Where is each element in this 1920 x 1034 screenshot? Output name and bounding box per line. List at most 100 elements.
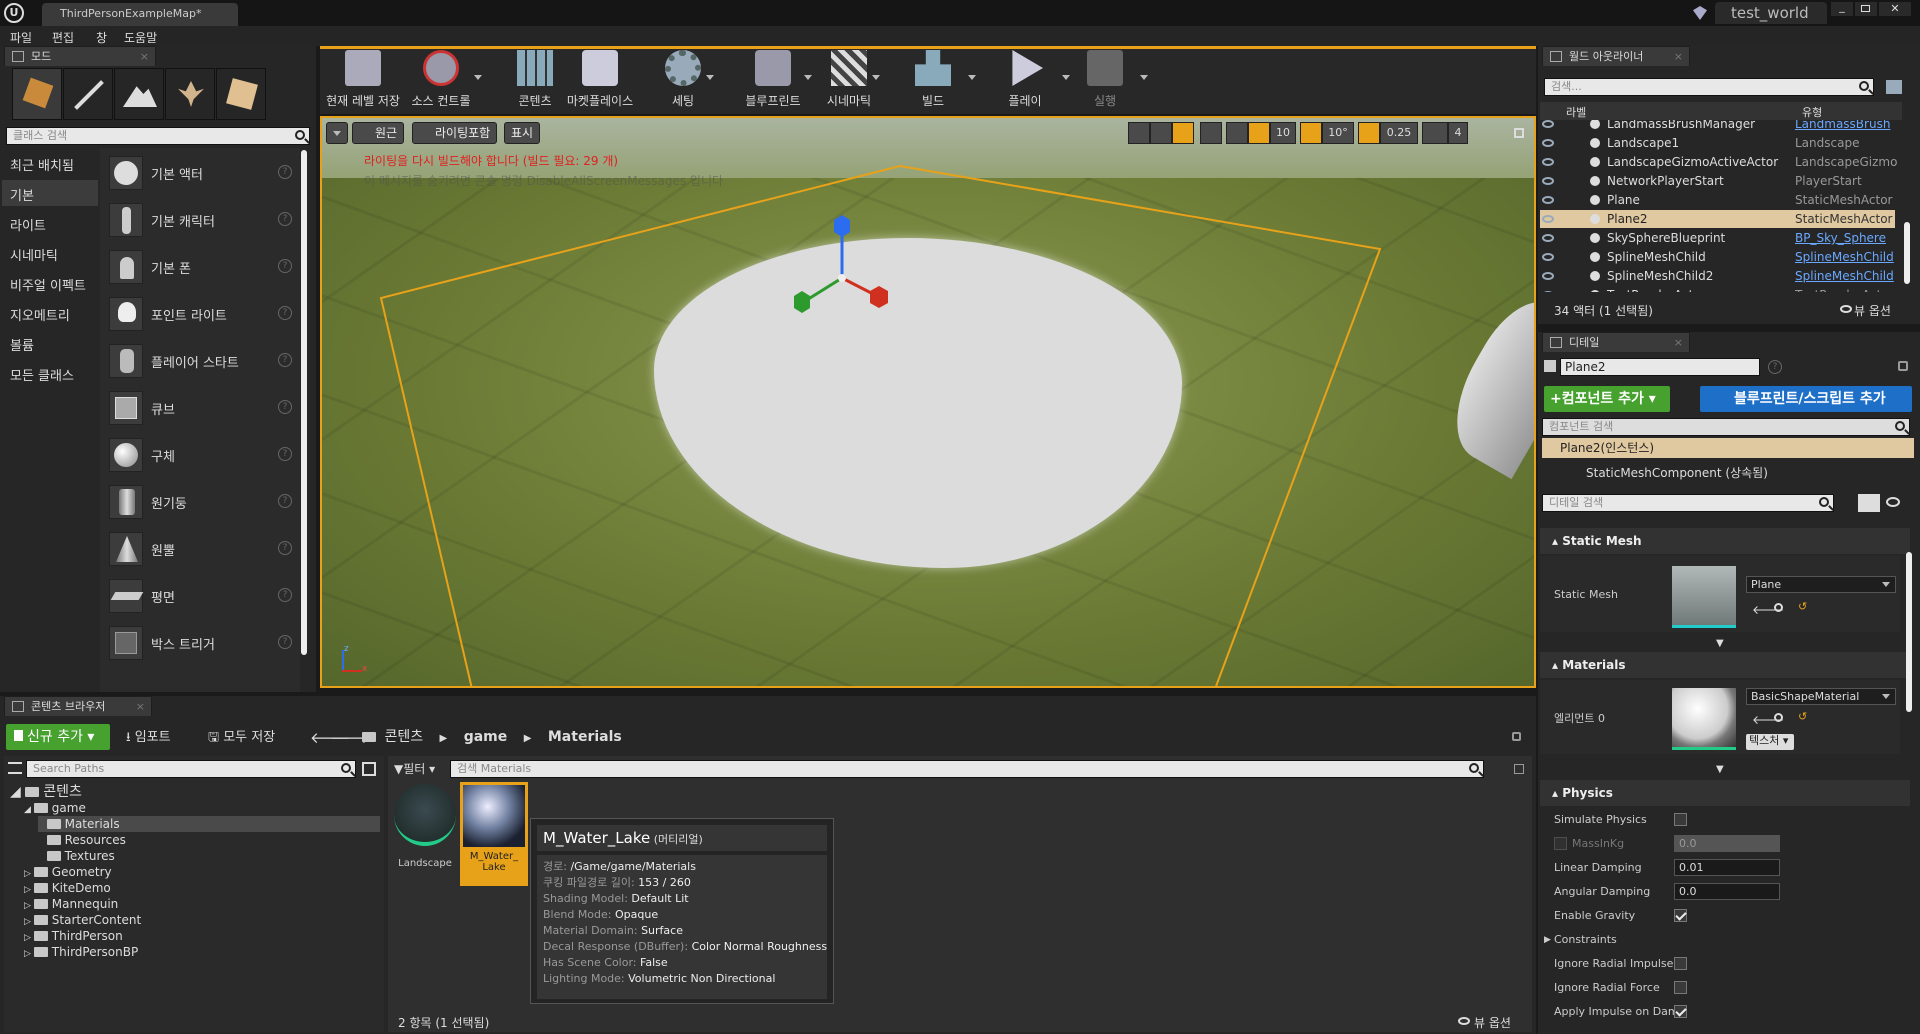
asset-view-options[interactable]: 뷰 옵션 [1474, 1014, 1511, 1031]
help-icon[interactable]: ? [278, 400, 292, 414]
tree-expander-icon[interactable]: ▷ [24, 933, 34, 943]
folder-tree-item[interactable]: Materials [38, 816, 380, 832]
grid-snap-value[interactable]: 10 [1270, 122, 1296, 144]
category-recent[interactable]: 최근 배치됨 [10, 155, 74, 174]
source-control-icon[interactable] [1693, 6, 1707, 20]
content-browser-tab[interactable]: 콘텐츠 브라우저 × [4, 696, 152, 716]
tree-options-icon[interactable] [362, 762, 376, 776]
expand-arrow-icon[interactable]: ▼ [1716, 764, 1724, 775]
visibility-eye-icon[interactable] [1542, 120, 1554, 128]
folder-tree-item[interactable]: ▷ Mannequin [24, 896, 118, 912]
expand-arrow-icon[interactable]: ▼ [1716, 638, 1724, 649]
menu-file[interactable]: 파일 [10, 29, 32, 46]
launch-dropdown[interactable] [1140, 75, 1148, 80]
outliner-row[interactable]: LandmassBrushManager LandmassBrush [1540, 120, 1895, 133]
outliner-row[interactable]: SkySphereBlueprint BP_Sky_Sphere [1540, 229, 1895, 247]
expand-arrow-icon[interactable]: ▶ [1544, 929, 1551, 951]
browse-asset-icon[interactable] [1774, 713, 1783, 722]
outliner-row[interactable]: SplineMeshChild SplineMeshChild [1540, 248, 1895, 266]
folder-tree-item[interactable]: ▷ StarterContent [24, 912, 141, 928]
place-list-scrollbar[interactable] [301, 150, 307, 655]
visibility-eye-icon[interactable] [1542, 196, 1554, 204]
save-search-icon[interactable] [1514, 764, 1524, 774]
folder-tree-item[interactable]: ▷ ThirdPersonBP [24, 944, 138, 960]
place-item-plane[interactable]: 평면? [105, 575, 300, 619]
physics-checkbox[interactable] [1674, 1005, 1687, 1018]
world-local-icon[interactable] [1200, 122, 1222, 144]
physics-checkbox[interactable] [1674, 813, 1687, 826]
category-cinematic[interactable]: 시네마틱 [10, 245, 58, 264]
visibility-eye-icon[interactable] [1542, 139, 1554, 147]
help-icon[interactable]: ? [278, 494, 292, 508]
help-icon[interactable]: ? [278, 635, 292, 649]
marketplace-button[interactable]: 마켓플레이스 [564, 50, 636, 109]
category-basic[interactable]: 기본 [10, 185, 34, 204]
place-item-character[interactable]: 기본 캐릭터? [105, 199, 300, 243]
help-icon[interactable]: ? [278, 165, 292, 179]
translate-tool-icon[interactable] [1128, 122, 1150, 144]
materials-section-header[interactable]: ▴ Materials [1540, 652, 1910, 678]
search-paths-input[interactable]: Search Paths [26, 760, 356, 778]
filter-button[interactable]: ▼필터 ▾ [394, 760, 435, 777]
viewport-options-button[interactable] [326, 122, 348, 144]
menu-help[interactable]: 도움말 [124, 29, 157, 46]
help-icon[interactable]: ? [278, 588, 292, 602]
menu-edit[interactable]: 편집 [52, 29, 74, 46]
category-lights[interactable]: 라이트 [10, 215, 46, 234]
tree-expander-icon[interactable]: ▷ [24, 885, 34, 895]
grid-snap-icon[interactable] [1248, 122, 1270, 144]
details-tab-close-icon[interactable]: × [1674, 333, 1683, 352]
breadcrumb-item[interactable]: game [464, 729, 508, 745]
asset-tile-landscape[interactable]: Landscape [394, 784, 456, 880]
folder-tree-item[interactable]: ▷ Geometry [24, 864, 112, 880]
world-outliner-tab[interactable]: 월드 아웃라이너 × [1542, 46, 1690, 66]
surface-snap-icon[interactable] [1226, 122, 1248, 144]
component-instance-row[interactable]: Plane2(인스턴스) [1542, 438, 1914, 458]
outliner-col-label[interactable]: 라벨 [1566, 104, 1586, 120]
place-item-cylinder[interactable]: 원기둥? [105, 481, 300, 525]
settings-dropdown[interactable] [706, 75, 714, 80]
actor-name-field[interactable]: Plane2 [1560, 358, 1760, 376]
add-new-button[interactable]: 신규 추가 ▾ [6, 724, 110, 750]
visibility-eye-icon[interactable] [1542, 215, 1554, 223]
scale-tool-icon[interactable] [1172, 122, 1194, 144]
outliner-row-type[interactable]: SplineMeshChild [1795, 248, 1894, 266]
tree-expander-icon[interactable]: ▷ [24, 901, 34, 911]
perspective-button[interactable]: 원근 [352, 122, 405, 144]
visibility-eye-icon[interactable] [1542, 234, 1554, 242]
modes-tab[interactable]: 모드 × [4, 46, 156, 66]
breadcrumb-separator-icon[interactable]: ▶ [440, 733, 448, 744]
category-geometry[interactable]: 지오메트리 [10, 305, 70, 324]
class-search-input[interactable]: 클래스 검색 [6, 127, 310, 145]
rotate-tool-icon[interactable] [1150, 122, 1172, 144]
category-all-classes[interactable]: 모든 클래스 [10, 365, 74, 384]
visibility-eye-icon[interactable] [1542, 158, 1554, 166]
material-combo[interactable]: BasicShapeMaterial [1746, 688, 1896, 705]
static-mesh-section-header[interactable]: ▴ Static Mesh [1540, 528, 1910, 554]
level-tab[interactable]: ThirdPersonExampleMap* [42, 3, 238, 26]
help-icon[interactable]: ? [278, 447, 292, 461]
outliner-row[interactable]: LandscapeGizmoActiveActor LandscapeGizmo [1540, 153, 1897, 171]
launch-button[interactable]: 실행 [1082, 50, 1128, 109]
scale-snap-icon[interactable] [1358, 122, 1380, 144]
visibility-eye-icon[interactable] [1542, 291, 1554, 292]
outliner-tab-close-icon[interactable]: × [1674, 47, 1683, 66]
blueprints-button[interactable]: 블루프린트 [742, 50, 804, 109]
foliage-mode-button[interactable] [165, 68, 215, 120]
folder-tree-item[interactable]: ▷ KiteDemo [24, 880, 111, 896]
details-view-options-icon[interactable] [1886, 497, 1900, 507]
outliner-col-type[interactable]: 유형 [1802, 104, 1822, 120]
place-item-cube[interactable]: 큐브? [105, 387, 300, 431]
place-item-cone[interactable]: 원뿔? [105, 528, 300, 572]
maximize-viewport-icon[interactable] [1514, 128, 1524, 138]
minimize-button[interactable]: _ [1831, 1, 1853, 16]
category-visual-effects[interactable]: 비주얼 이펙트 [10, 275, 86, 294]
visibility-eye-icon[interactable] [1542, 253, 1554, 261]
tree-expander-icon[interactable]: ◢ [24, 805, 34, 815]
place-item-actor[interactable]: 기본 액터? [105, 152, 300, 196]
breadcrumb-item[interactable]: Materials [548, 729, 622, 745]
outliner-row[interactable]: Plane2 StaticMeshActor [1540, 210, 1895, 228]
outliner-row-type[interactable]: SplineMeshChild [1795, 267, 1894, 285]
folder-tree-item[interactable]: ▷ ThirdPerson [24, 928, 123, 944]
cinematics-button[interactable]: 시네마틱 [820, 50, 878, 109]
